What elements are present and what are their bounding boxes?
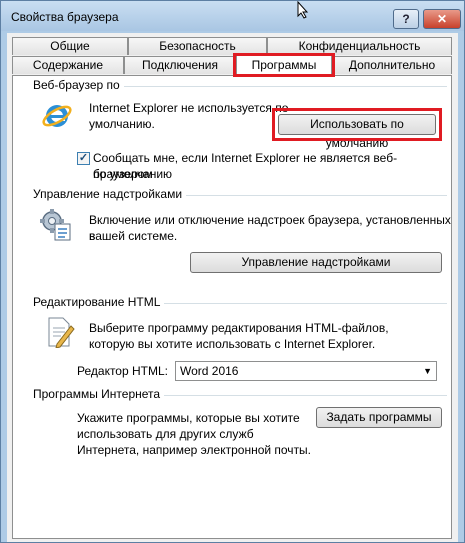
html-editor-icon	[48, 317, 75, 348]
internet-programs-desc-line1: Укажите программы, которые вы хотите	[77, 411, 300, 425]
internet-programs-heading: Программы Интернета	[33, 387, 165, 401]
html-editing-desc-line1: Выберите программу редактирования HTML-ф…	[89, 321, 389, 335]
html-editor-select[interactable]: Word 2016 ▼	[175, 361, 437, 381]
html-editing-desc-line2: которую вы хотите использовать с Interne…	[89, 337, 376, 351]
addons-heading: Управление надстройками	[33, 187, 187, 201]
tab-general[interactable]: Общие	[12, 37, 128, 55]
notify-default-line2: по умолчанию	[93, 167, 173, 181]
internet-programs-desc-line3: Интернета, например электронной почты.	[77, 443, 312, 457]
group-divider	[153, 303, 447, 304]
group-divider	[173, 195, 447, 196]
group-divider	[103, 86, 447, 87]
programs-panel: Веб-браузер по Internet Explorer не испо…	[12, 75, 452, 539]
mouse-cursor-icon	[297, 1, 309, 19]
tab-connections[interactable]: Подключения	[124, 56, 236, 74]
chevron-down-icon: ▼	[423, 366, 432, 376]
internet-programs-desc-line2: использовать для других служб	[77, 427, 254, 441]
default-browser-heading: Веб-браузер по	[33, 78, 124, 92]
close-button[interactable]: ✕	[423, 9, 461, 29]
default-status-line1: Internet Explorer не используется по	[89, 101, 289, 115]
addons-desc-line2: вашей системе.	[89, 229, 178, 243]
internet-options-window: Свойства браузера ? ✕ Общие Безопасность…	[0, 0, 465, 543]
help-button[interactable]: ?	[393, 9, 419, 29]
manage-addons-button[interactable]: Управление надстройками	[190, 252, 442, 273]
html-editing-heading: Редактирование HTML	[33, 295, 165, 309]
addons-gear-icon	[40, 209, 71, 241]
title-bar[interactable]: Свойства браузера ? ✕	[1, 1, 464, 31]
html-editor-value: Word 2016	[180, 364, 239, 378]
notify-default-checkbox[interactable]: ✓	[77, 152, 90, 165]
window-title: Свойства браузера	[11, 10, 119, 24]
dialog-body: Общие Безопасность Конфиденциальность Со…	[7, 33, 458, 542]
set-programs-button[interactable]: Задать программы	[316, 407, 442, 428]
internet-explorer-icon	[42, 105, 72, 127]
programs-tab-highlight	[233, 53, 335, 77]
html-editor-label: Редактор HTML:	[77, 364, 168, 378]
tab-advanced[interactable]: Дополнительно	[332, 56, 452, 74]
make-default-highlight	[272, 108, 442, 141]
tab-content[interactable]: Содержание	[12, 56, 124, 74]
default-status-line2: умолчанию.	[89, 117, 155, 131]
group-divider	[153, 395, 447, 396]
